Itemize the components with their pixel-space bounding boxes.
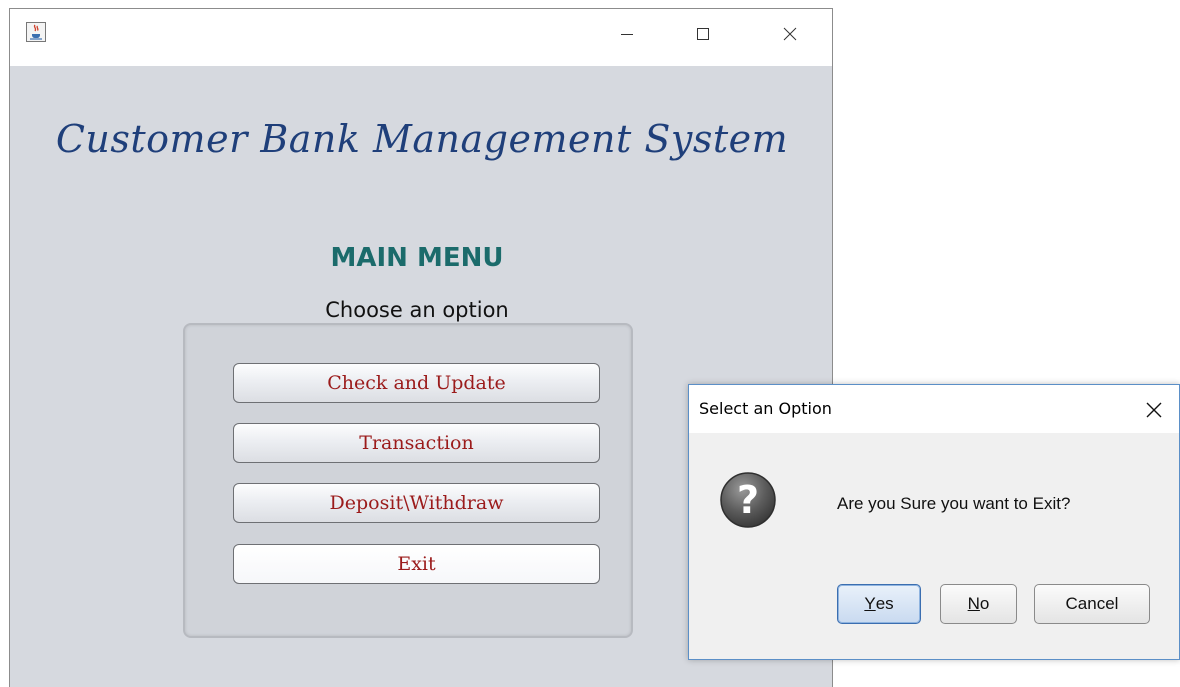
cancel-button[interactable]: Cancel — [1034, 584, 1150, 624]
maximize-icon[interactable] — [680, 19, 726, 49]
menu-title: MAIN MENU — [330, 243, 504, 273]
java-cup-icon — [26, 22, 46, 42]
menu-subtitle: Choose an option — [325, 298, 509, 322]
svg-text:?: ? — [737, 478, 759, 522]
deposit-withdraw-button[interactable]: Deposit\Withdraw — [233, 483, 600, 523]
dialog-message: Are you Sure you want to Exit? — [837, 494, 1071, 513]
dialog-close-icon[interactable] — [1139, 395, 1169, 425]
yes-mnemonic: Y — [864, 594, 876, 613]
yes-button[interactable]: Yes — [837, 584, 921, 624]
check-and-update-button[interactable]: Check and Update — [233, 363, 600, 403]
dialog-titlebar[interactable]: Select an Option — [689, 385, 1179, 433]
question-icon: ? — [719, 471, 777, 529]
transaction-button[interactable]: Transaction — [233, 423, 600, 463]
no-mnemonic: N — [967, 594, 980, 613]
yes-label-rest: es — [875, 594, 894, 613]
menu-panel: Check and Update Transaction Deposit\Wit… — [183, 323, 633, 638]
confirm-dialog: Select an Option ? Are you Sure you want… — [688, 384, 1180, 660]
app-title: Customer Bank Management System — [55, 117, 789, 161]
exit-button[interactable]: Exit — [233, 544, 600, 584]
no-label-rest: o — [979, 594, 990, 613]
dialog-title: Select an Option — [699, 399, 832, 418]
no-button[interactable]: No — [940, 584, 1017, 624]
window-titlebar[interactable] — [10, 9, 832, 66]
minimize-icon[interactable] — [604, 19, 650, 49]
close-icon[interactable] — [767, 19, 813, 49]
